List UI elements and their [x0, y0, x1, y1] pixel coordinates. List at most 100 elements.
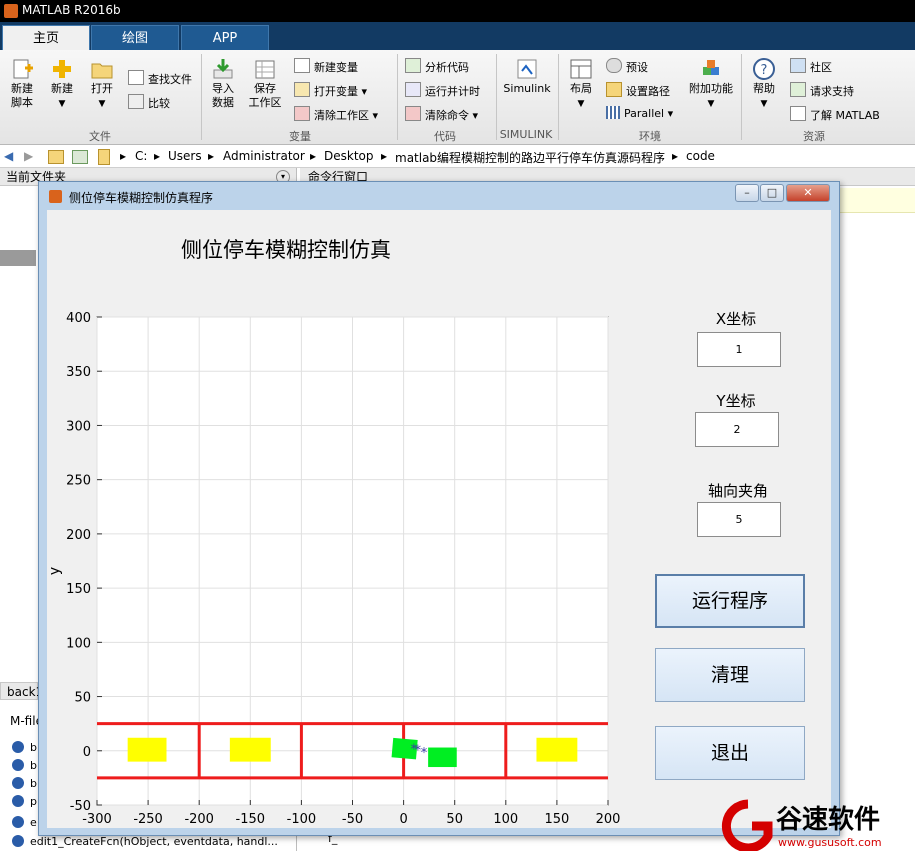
- find-files-button[interactable]: 查找文件: [128, 70, 192, 86]
- community-label: 社区: [810, 61, 832, 74]
- clear-workspace-button[interactable]: 清除工作区 ▾: [294, 106, 378, 122]
- code-group-label: 代码: [434, 130, 456, 143]
- ribbon-separator: [741, 54, 742, 140]
- close-button[interactable]: ✕: [786, 184, 830, 202]
- find-files-label: 查找文件: [148, 73, 192, 86]
- breadcrumb-sep: ▸: [381, 149, 388, 163]
- tab-home[interactable]: 主页: [2, 25, 90, 50]
- axial-angle-input[interactable]: 5: [697, 502, 781, 537]
- open-variable-label: 打开变量: [314, 85, 358, 98]
- save-workspace-button[interactable]: 保存 工作区: [246, 58, 284, 110]
- function-row[interactable]: edit1_CreateFcn(hObject, eventdata, hand…: [12, 834, 278, 850]
- simulink-button[interactable]: Simulink: [502, 58, 552, 96]
- function-name: b: [30, 741, 37, 754]
- exit-button[interactable]: 退出: [655, 726, 805, 780]
- breadcrumb-sep: ▸: [154, 149, 161, 163]
- import-data-button[interactable]: 导入 数据: [206, 58, 240, 110]
- new-label: 新建: [51, 82, 73, 95]
- minimize-button[interactable]: –: [735, 184, 759, 202]
- back-arrow-icon[interactable]: ◀: [4, 149, 13, 163]
- resources-group-label: 资源: [803, 130, 825, 143]
- forward-arrow-icon[interactable]: ▶: [24, 149, 33, 163]
- breadcrumb-users[interactable]: Users: [168, 149, 202, 163]
- function-row[interactable]: b: [12, 758, 37, 774]
- y-tick-label: 300: [66, 419, 91, 434]
- function-row[interactable]: e: [12, 815, 37, 831]
- simulink-label: Simulink: [503, 82, 551, 95]
- parked-car: [127, 737, 167, 762]
- save-workspace-icon: [255, 60, 275, 79]
- x-coordinate-input[interactable]: 1: [697, 332, 781, 367]
- breadcrumb-sep: ▸: [310, 149, 317, 163]
- function-icon: [12, 759, 24, 771]
- new-script-button[interactable]: 新建 脚本: [4, 58, 40, 110]
- function-row[interactable]: p: [12, 794, 37, 810]
- open-label: 打开: [91, 82, 113, 95]
- simulink-icon: [517, 59, 537, 79]
- breadcrumb-project-folder[interactable]: matlab编程模糊控制的路边平行停车仿真源码程序: [395, 149, 665, 166]
- clear-commands-button[interactable]: 清除命令 ▾: [405, 106, 478, 122]
- ribbon-separator: [201, 54, 202, 140]
- add-ons-button[interactable]: 附加功能 ▼: [686, 58, 736, 111]
- breadcrumb-sep: ▸: [672, 149, 679, 163]
- figure-logo-icon: [49, 190, 62, 203]
- breadcrumb-code[interactable]: code: [686, 149, 715, 163]
- breadcrumb-desktop[interactable]: Desktop: [324, 149, 374, 163]
- run-and-time-button[interactable]: 运行并计时: [405, 82, 480, 98]
- request-support-label: 请求支持: [810, 85, 854, 98]
- y-tick-label: 400: [66, 311, 91, 326]
- watermark-url: www.gususoft.com: [778, 836, 882, 849]
- breadcrumb-sep: ▸: [208, 149, 215, 163]
- x-tick-label: -100: [287, 812, 317, 827]
- selected-file-row[interactable]: [0, 250, 36, 266]
- axial-angle-label: 轴向夹角: [707, 482, 768, 500]
- environment-group-label: 环境: [639, 130, 661, 143]
- figure-window[interactable]: 侧位停车模糊控制仿真程序 – □ ✕ 侧位停车模糊控制仿真 -300 -250 -2…: [38, 181, 840, 836]
- y-tick-label: -50: [70, 799, 91, 814]
- community-link[interactable]: 社区: [790, 58, 832, 74]
- new-variable-button[interactable]: 新建变量: [294, 58, 358, 74]
- preferences-button[interactable]: 预设: [606, 58, 648, 74]
- maximize-button[interactable]: □: [760, 184, 784, 202]
- y-coordinate-input[interactable]: 2: [695, 412, 779, 447]
- matlab-logo-icon: [4, 4, 18, 18]
- analyze-code-icon: [405, 58, 421, 73]
- request-support-link[interactable]: 请求支持: [790, 82, 854, 98]
- tab-apps[interactable]: APP: [181, 25, 269, 50]
- help-button[interactable]: ? 帮助 ▼: [746, 58, 782, 111]
- breadcrumb-administrator[interactable]: Administrator: [223, 149, 305, 163]
- ribbon-separator: [558, 54, 559, 140]
- watermark-g-icon: [721, 799, 773, 851]
- breadcrumb-drive[interactable]: C:: [135, 149, 147, 163]
- analyze-code-button[interactable]: 分析代码: [405, 58, 469, 74]
- community-icon: [790, 58, 806, 73]
- import-icon: [213, 59, 233, 79]
- up-folder-icon[interactable]: [48, 150, 64, 164]
- layout-button[interactable]: 布局 ▼: [564, 58, 598, 111]
- function-name: b: [30, 759, 37, 772]
- clear-button[interactable]: 清理: [655, 648, 805, 702]
- function-name: edit1_CreateFcn(hObject, eventdata, hand…: [30, 835, 278, 848]
- open-variable-button[interactable]: 打开变量 ▾: [294, 82, 367, 98]
- x-tick-label: 0: [399, 812, 407, 827]
- back1-tab[interactable]: back1: [0, 682, 43, 700]
- y-coordinate-label: Y坐标: [716, 392, 756, 410]
- open-button[interactable]: 打开 ▼: [86, 58, 118, 111]
- function-row[interactable]: b: [12, 740, 37, 756]
- function-name: p: [30, 795, 37, 808]
- find-files-icon: [128, 70, 144, 85]
- plot-title: 侧位停车模糊控制仿真: [181, 238, 391, 262]
- x-tick-label: -300: [82, 812, 112, 827]
- import-label: 导入 数据: [212, 82, 234, 109]
- compare-button[interactable]: 比较: [128, 94, 170, 110]
- browse-folder-icon[interactable]: [72, 150, 88, 164]
- set-path-button[interactable]: 设置路径: [606, 82, 670, 98]
- tab-plots[interactable]: 绘图: [91, 25, 179, 50]
- run-program-button[interactable]: 运行程序: [655, 574, 805, 628]
- parallel-button[interactable]: Parallel ▾: [606, 106, 673, 122]
- learn-matlab-link[interactable]: 了解 MATLAB: [790, 106, 880, 122]
- new-button[interactable]: 新建 ▼: [46, 58, 78, 111]
- open-variable-icon: [294, 82, 310, 97]
- function-row[interactable]: b: [12, 776, 37, 792]
- plus-icon: [53, 60, 71, 78]
